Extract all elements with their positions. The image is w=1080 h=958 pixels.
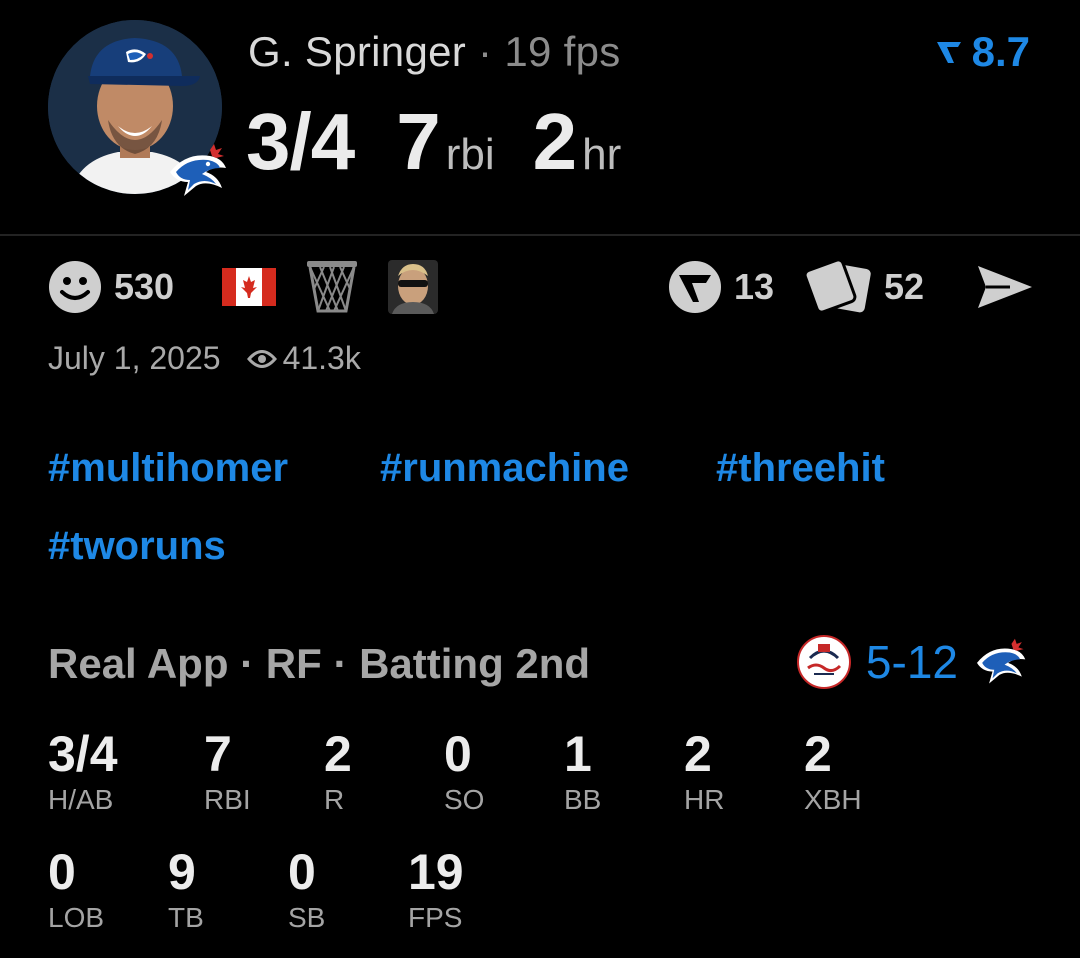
stat-value: 0 <box>288 844 316 900</box>
hashtag[interactable]: #tworuns <box>48 524 226 569</box>
game-description: Real App · RF · Batting 2nd <box>48 640 591 687</box>
stat-hr: 2 HR <box>684 726 794 816</box>
blue-jays-logo-icon <box>977 638 1026 684</box>
headline-rbi-unit: rbi <box>445 130 495 179</box>
stat-label: TB <box>168 902 204 933</box>
view-count: 41.3k <box>246 340 361 377</box>
stat-label: LOB <box>48 902 105 933</box>
rating-logo-icon <box>936 42 961 63</box>
headline-stats: 3/4 7 rbi 2 hr <box>246 96 621 188</box>
comments-count: 13 <box>734 266 775 307</box>
header-divider <box>0 234 1080 236</box>
stat-label: HR <box>684 784 725 815</box>
cards-button[interactable]: 52 <box>806 258 924 316</box>
stat-value: 3/4 <box>48 726 118 782</box>
canada-flag-icon[interactable] <box>222 258 276 316</box>
player-info-line: G. Springer · 19 fps <box>248 28 621 76</box>
headline-hits: 3/4 <box>246 97 355 186</box>
stat-value: 2 <box>804 726 832 782</box>
stat-lob: 0 LOB <box>48 844 158 934</box>
stat-value: 2 <box>324 726 352 782</box>
reactions-count: 530 <box>114 266 175 307</box>
rating-badge[interactable]: 8.7 <box>934 28 1030 76</box>
stat-h-ab: 3/4 H/AB <box>48 726 158 816</box>
blue-jays-badge-icon <box>166 142 232 200</box>
yankees-logo-icon <box>796 635 851 689</box>
stat-value: 2 <box>684 726 712 782</box>
stat-tb: 9 TB <box>168 844 278 934</box>
cards-icon <box>806 260 871 314</box>
stat-sb: 0 SB <box>288 844 398 934</box>
stat-value: 9 <box>168 844 196 900</box>
stat-label: SO <box>444 784 485 815</box>
separator-dot: · <box>478 28 493 75</box>
smiley-face-icon <box>49 261 101 313</box>
stat-rbi: 7 RBI <box>204 726 314 816</box>
stat-label: H/AB <box>48 784 114 815</box>
stat-label: RBI <box>204 784 251 815</box>
stat-value: 0 <box>444 726 472 782</box>
view-count-value: 41.3k <box>282 340 361 376</box>
basketball-net-icon[interactable] <box>306 258 358 316</box>
action-row: 530 13 52 <box>48 258 1034 316</box>
stat-value: 7 <box>204 726 232 782</box>
stat-label: R <box>324 784 345 815</box>
cards-count: 52 <box>884 266 925 307</box>
stat-value: 19 <box>408 844 464 900</box>
hashtag[interactable]: #multihomer <box>48 446 288 491</box>
fantasy-points: 19 fps <box>504 28 621 75</box>
post-date: July 1, 2025 <box>48 340 221 376</box>
comments-button[interactable]: 13 <box>668 258 774 316</box>
stat-r: 2 R <box>324 726 434 816</box>
stat-label: SB <box>288 902 326 933</box>
stat-xbh: 2 XBH <box>804 726 914 816</box>
player-name[interactable]: G. Springer <box>248 28 466 75</box>
user-avatar-icon[interactable] <box>388 258 438 316</box>
stat-label: BB <box>564 784 602 815</box>
stat-label: FPS <box>408 902 463 933</box>
rating-value: 8.7 <box>971 28 1030 75</box>
headline-hr-unit: hr <box>582 130 622 179</box>
score-value: 5-12 <box>865 636 958 688</box>
meta-row: July 1, 2025 41.3k <box>48 340 361 377</box>
share-send-icon <box>978 266 1032 308</box>
stat-bb: 1 BB <box>564 726 674 816</box>
share-button[interactable] <box>976 258 1034 316</box>
reactions-button[interactable]: 530 <box>48 258 174 316</box>
stat-so: 0 SO <box>444 726 554 816</box>
hashtag[interactable]: #threehit <box>716 446 885 491</box>
eye-icon <box>246 349 277 368</box>
stat-value: 1 <box>564 726 592 782</box>
headline-hr-value: 2 <box>532 97 577 186</box>
stat-fps: 19 FPS <box>408 844 518 934</box>
stat-label: XBH <box>804 784 862 815</box>
game-score[interactable]: 5-12 <box>796 634 1032 690</box>
comment-logo-icon <box>669 261 721 313</box>
stat-value: 0 <box>48 844 76 900</box>
hashtag[interactable]: #runmachine <box>380 446 629 491</box>
headline-rbi-value: 7 <box>396 97 440 186</box>
